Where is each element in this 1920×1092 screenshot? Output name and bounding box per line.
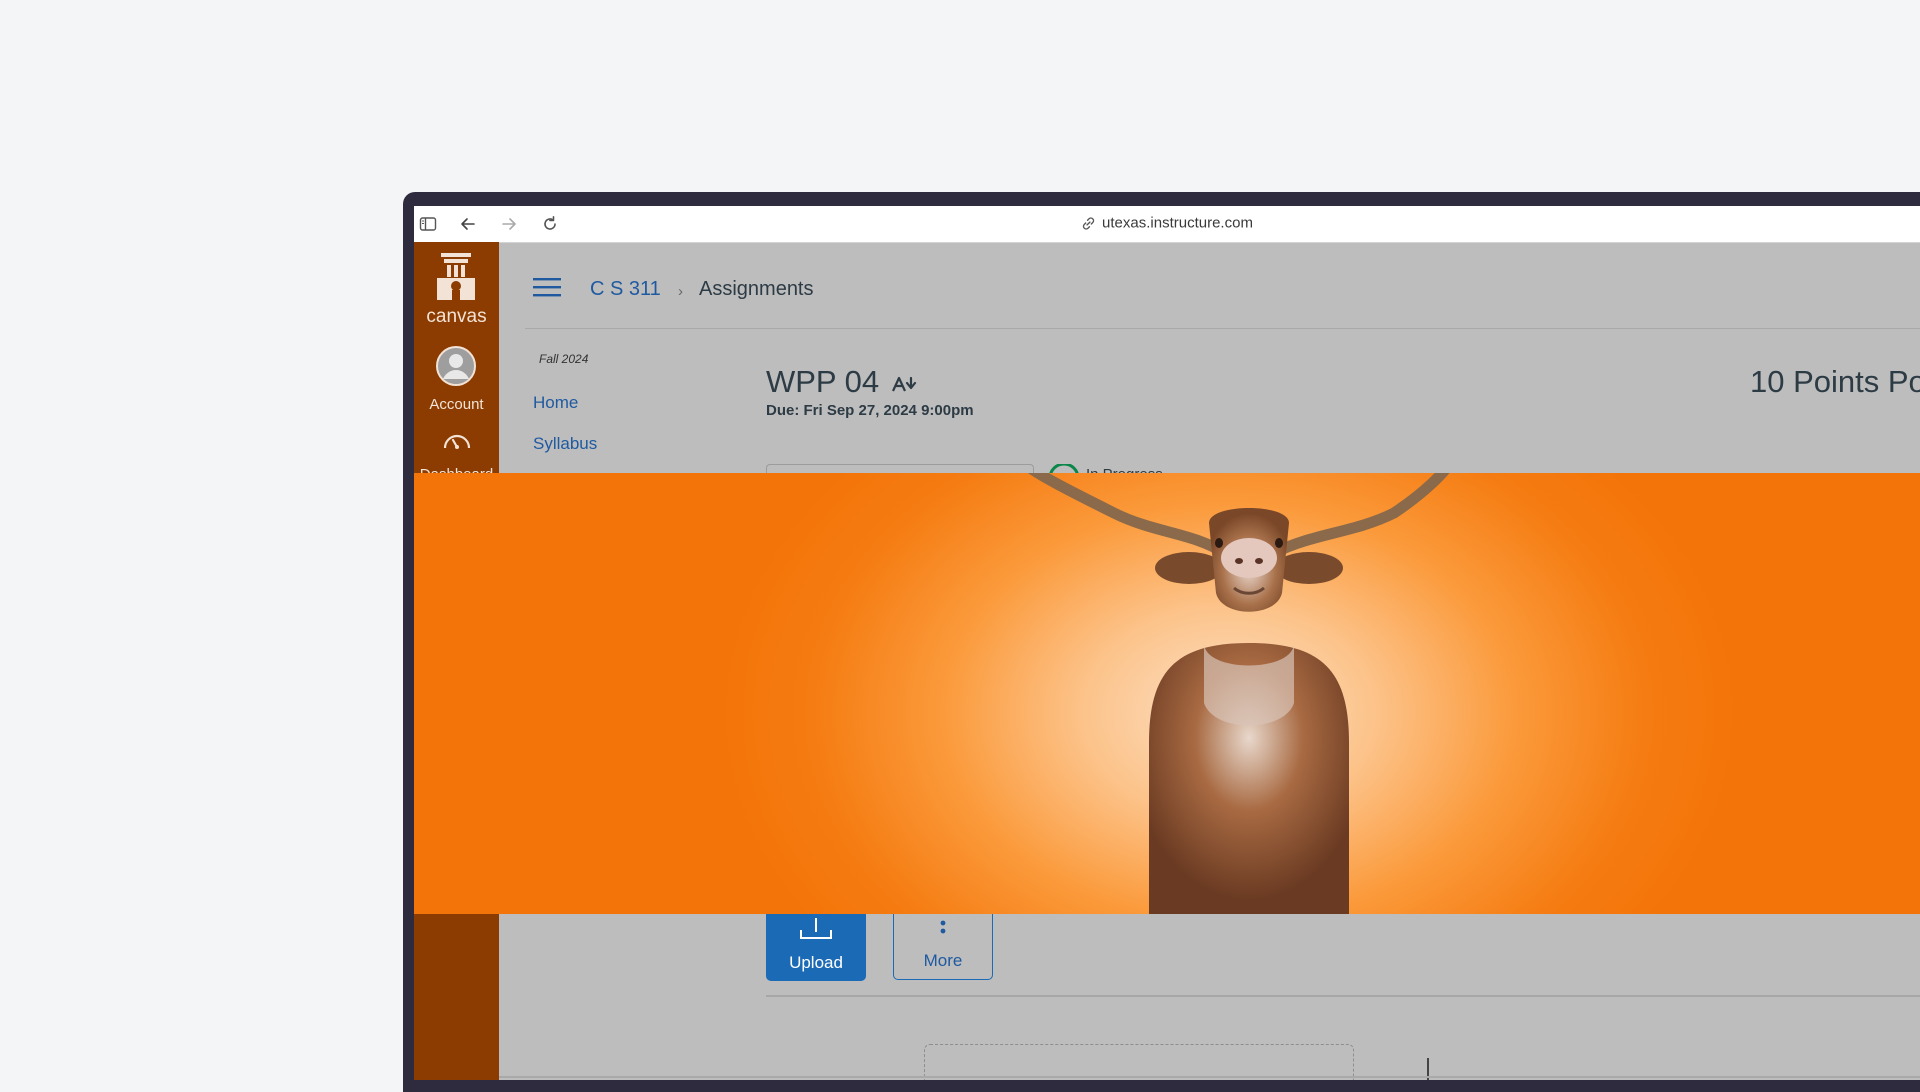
upload-button-label: Upload (789, 953, 843, 972)
file-drop-zone[interactable] (924, 1044, 1354, 1080)
sidebar-item-account[interactable]: Account (414, 396, 499, 413)
assignment-title: WPP 04 (766, 364, 918, 400)
longhorn-banner (414, 473, 1920, 914)
browser-toolbar: utexas.instructure.com (414, 206, 1920, 243)
dashboard-gauge-icon[interactable] (442, 428, 472, 452)
canvas-logo-icon[interactable] (423, 250, 489, 306)
breadcrumb-current: Assignments (699, 278, 814, 300)
account-avatar-icon[interactable] (436, 346, 476, 386)
course-nav-home[interactable]: Home (533, 393, 578, 413)
footer-divider (499, 1076, 1920, 1078)
more-button-label: More (923, 951, 963, 970)
address-bar[interactable]: utexas.instructure.com (414, 214, 1920, 232)
course-nav-syllabus[interactable]: Syllabus (533, 434, 597, 454)
link-icon (1082, 216, 1095, 230)
hamburger-icon[interactable] (533, 276, 561, 298)
course-header: C S 311 › Assignments (525, 242, 1920, 329)
more-vertical-icon (940, 920, 946, 934)
upload-icon (800, 918, 832, 939)
url-text: utexas.instructure.com (1102, 214, 1253, 232)
browser-window: utexas.instructure.com canvas Account Da… (414, 206, 1920, 1080)
points-possible: 10 Points Po (1750, 364, 1920, 399)
breadcrumb-course-link[interactable]: C S 311 (590, 278, 661, 301)
course-term: Fall 2024 (539, 352, 589, 366)
immersive-reader-icon[interactable] (891, 374, 918, 394)
due-date: Due: Fri Sep 27, 2024 9:00pm (766, 402, 974, 419)
upload-button[interactable]: Upload (766, 914, 866, 981)
assignment-title-text: WPP 04 (766, 364, 880, 399)
more-button[interactable]: More (893, 914, 993, 980)
canvas-logo-text: canvas (426, 306, 487, 327)
longhorn-steer-image (1027, 473, 1450, 914)
breadcrumb-separator: › (678, 283, 683, 300)
content-divider (766, 995, 1920, 997)
